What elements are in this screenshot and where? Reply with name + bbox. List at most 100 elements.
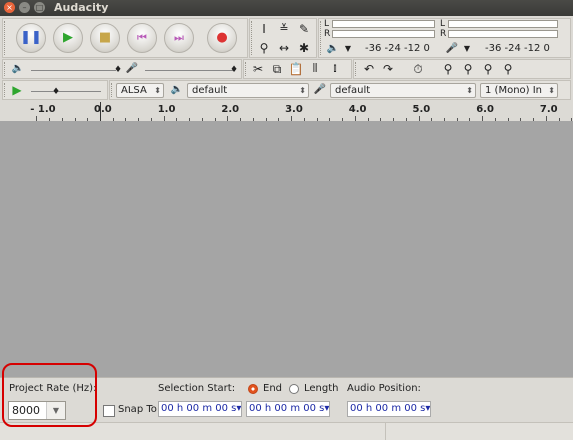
selection-start-value: 00 h 00 m 00 s	[161, 403, 237, 414]
play-at-speed-toolbar: ▶ ♦	[2, 80, 108, 100]
record-meter-right[interactable]	[448, 30, 558, 38]
fit-selection-icon[interactable]: ⚲	[479, 61, 497, 77]
microphone-icon: 🎤	[125, 63, 139, 74]
recording-volume-slider[interactable]	[145, 70, 235, 71]
selection-end-time[interactable]: 00 h 00 m 00 s▾	[246, 401, 330, 417]
edit-toolbar: ✂ ⧉ 📋 ⫼ ⫾	[243, 59, 352, 79]
toolbar-area: ❚❚ ▶ ■ ⏮ ⏭ ● I ≚ ✎ ⚲ ↔ ✱ L R L R 🔈 ▼ -36…	[0, 16, 573, 103]
play-at-speed-icon[interactable]: ▶	[8, 82, 26, 98]
sync-lock-icon[interactable]: ⏱	[409, 61, 427, 77]
undo-icon[interactable]: ↶	[360, 61, 378, 77]
recording-channels-select[interactable]: 1 (Mono) In ⬍	[480, 83, 558, 98]
play-icon: ▶	[63, 30, 73, 45]
playhead-marker[interactable]	[100, 102, 101, 121]
speaker-icon: 🔈	[11, 63, 25, 74]
recording-device-value: default	[335, 85, 371, 96]
speaker-icon: 🔈	[170, 84, 184, 95]
zoom-out-icon[interactable]: ⚲	[459, 61, 477, 77]
multi-tool-icon[interactable]: ✱	[295, 40, 313, 56]
minimize-icon[interactable]: –	[19, 2, 30, 13]
play-meter-right-label: R	[324, 29, 331, 39]
meter-toolbar: L R L R 🔈 ▼ -36 -24 -12 0 🎤 ▼ -36 -24 -1…	[318, 18, 571, 58]
draw-tool-icon[interactable]: ✎	[295, 21, 313, 37]
ruler-label: 4.0	[348, 104, 367, 115]
ruler-label: 5.0	[412, 104, 431, 115]
play-meter-scale: -36 -24 -12 0	[365, 43, 430, 54]
close-icon[interactable]: ×	[4, 2, 15, 13]
time-shift-tool-icon[interactable]: ↔	[275, 40, 293, 56]
undo-zoom-toolbar: ↶ ↷ ⏱ ⚲ ⚲ ⚲ ⚲	[353, 59, 571, 79]
pause-button[interactable]: ❚❚	[16, 23, 46, 53]
toolbar-grip[interactable]	[355, 62, 359, 76]
microphone-icon: 🎤	[313, 84, 327, 95]
ruler-label: 2.0	[221, 104, 240, 115]
tools-toolbar: I ≚ ✎ ⚲ ↔ ✱	[249, 18, 317, 58]
selection-start-label: Selection Start:	[158, 383, 236, 394]
playback-device-select[interactable]: default ⬍	[187, 83, 309, 98]
length-radio[interactable]	[289, 384, 299, 394]
title-bar: × – □ Audacity	[0, 0, 573, 16]
zoom-in-icon[interactable]: ⚲	[439, 61, 457, 77]
fit-project-icon[interactable]: ⚲	[499, 61, 517, 77]
track-area[interactable]	[0, 121, 573, 377]
slider-thumb-icon[interactable]: ♦	[47, 84, 65, 100]
transport-toolbar: ❚❚ ▶ ■ ⏮ ⏭ ●	[2, 18, 248, 58]
stop-icon: ■	[98, 30, 112, 45]
zoom-tool-icon[interactable]: ⚲	[255, 40, 273, 56]
ruler-label: 3.0	[285, 104, 303, 115]
record-button[interactable]: ●	[207, 23, 237, 53]
play-meter-dropdown-icon[interactable]: ▼	[339, 41, 357, 57]
stop-button[interactable]: ■	[90, 23, 120, 53]
length-label: Length	[304, 383, 339, 394]
toolbar-grip[interactable]	[111, 83, 115, 97]
chevron-updown-icon: ⬍	[299, 86, 306, 95]
record-meter-left-label: L	[440, 19, 446, 29]
toolbar-grip[interactable]	[4, 21, 8, 55]
chevron-updown-icon: ⬍	[154, 86, 161, 95]
skip-end-icon: ⏭	[174, 31, 184, 44]
redo-icon[interactable]: ↷	[379, 61, 397, 77]
window-title: Audacity	[54, 1, 109, 14]
audio-position-value: 00 h 00 m 00 s	[350, 403, 426, 414]
skip-to-end-button[interactable]: ⏭	[164, 23, 194, 53]
copy-icon[interactable]: ⧉	[268, 61, 286, 77]
trim-icon[interactable]: ⫼	[306, 61, 324, 77]
audio-host-select[interactable]: ALSA ⬍	[116, 83, 164, 98]
skip-to-start-button[interactable]: ⏮	[127, 23, 157, 53]
play-button[interactable]: ▶	[53, 23, 83, 53]
end-radio[interactable]	[248, 384, 258, 394]
cut-icon[interactable]: ✂	[249, 61, 267, 77]
envelope-tool-icon[interactable]: ≚	[275, 21, 293, 37]
chevron-updown-icon: ⬍	[548, 86, 555, 95]
silence-icon[interactable]: ⫾	[326, 61, 344, 77]
status-bar-divider	[385, 423, 386, 440]
play-meter-right[interactable]	[332, 30, 435, 38]
snap-to-checkbox[interactable]	[103, 405, 115, 417]
audio-host-value: ALSA	[121, 85, 147, 96]
play-meter-left-label: L	[324, 19, 330, 29]
audio-position-label: Audio Position:	[347, 383, 421, 394]
maximize-icon[interactable]: □	[34, 2, 45, 13]
paste-icon[interactable]: 📋	[287, 61, 305, 77]
project-rate-highlight	[2, 363, 97, 427]
slider-thumb-icon[interactable]: ♦	[225, 62, 243, 78]
timeline-ruler[interactable]: - 1.0 0.0 1.0 2.0 3.0 4.0 5.0 6.0 7.0	[0, 102, 573, 122]
device-toolbar: ALSA ⬍ 🔈 default ⬍ 🎤 default ⬍ 1 (Mono) In ⬍	[109, 80, 571, 100]
record-meter-scale: -36 -24 -12 0	[485, 43, 550, 54]
play-meter-left[interactable]	[332, 20, 435, 28]
record-meter-right-label: R	[440, 29, 447, 39]
audio-position-time[interactable]: 00 h 00 m 00 s▾	[347, 401, 431, 417]
toolbar-grip[interactable]	[4, 62, 8, 76]
ruler-label: - 1.0	[30, 104, 56, 115]
chevron-updown-icon: ⬍	[466, 86, 473, 95]
selection-tool-icon[interactable]: I	[255, 21, 273, 37]
playback-volume-slider[interactable]	[31, 70, 116, 71]
record-icon: ●	[216, 30, 228, 45]
record-meter-dropdown-icon[interactable]: ▼	[458, 41, 476, 57]
playback-device-value: default	[192, 85, 228, 96]
selection-start-time[interactable]: 00 h 00 m 00 s▾	[158, 401, 242, 417]
recording-device-select[interactable]: default ⬍	[330, 83, 476, 98]
record-meter-left[interactable]	[448, 20, 558, 28]
play-speed-slider[interactable]	[31, 91, 101, 92]
ruler-label: 0.0	[94, 104, 112, 115]
